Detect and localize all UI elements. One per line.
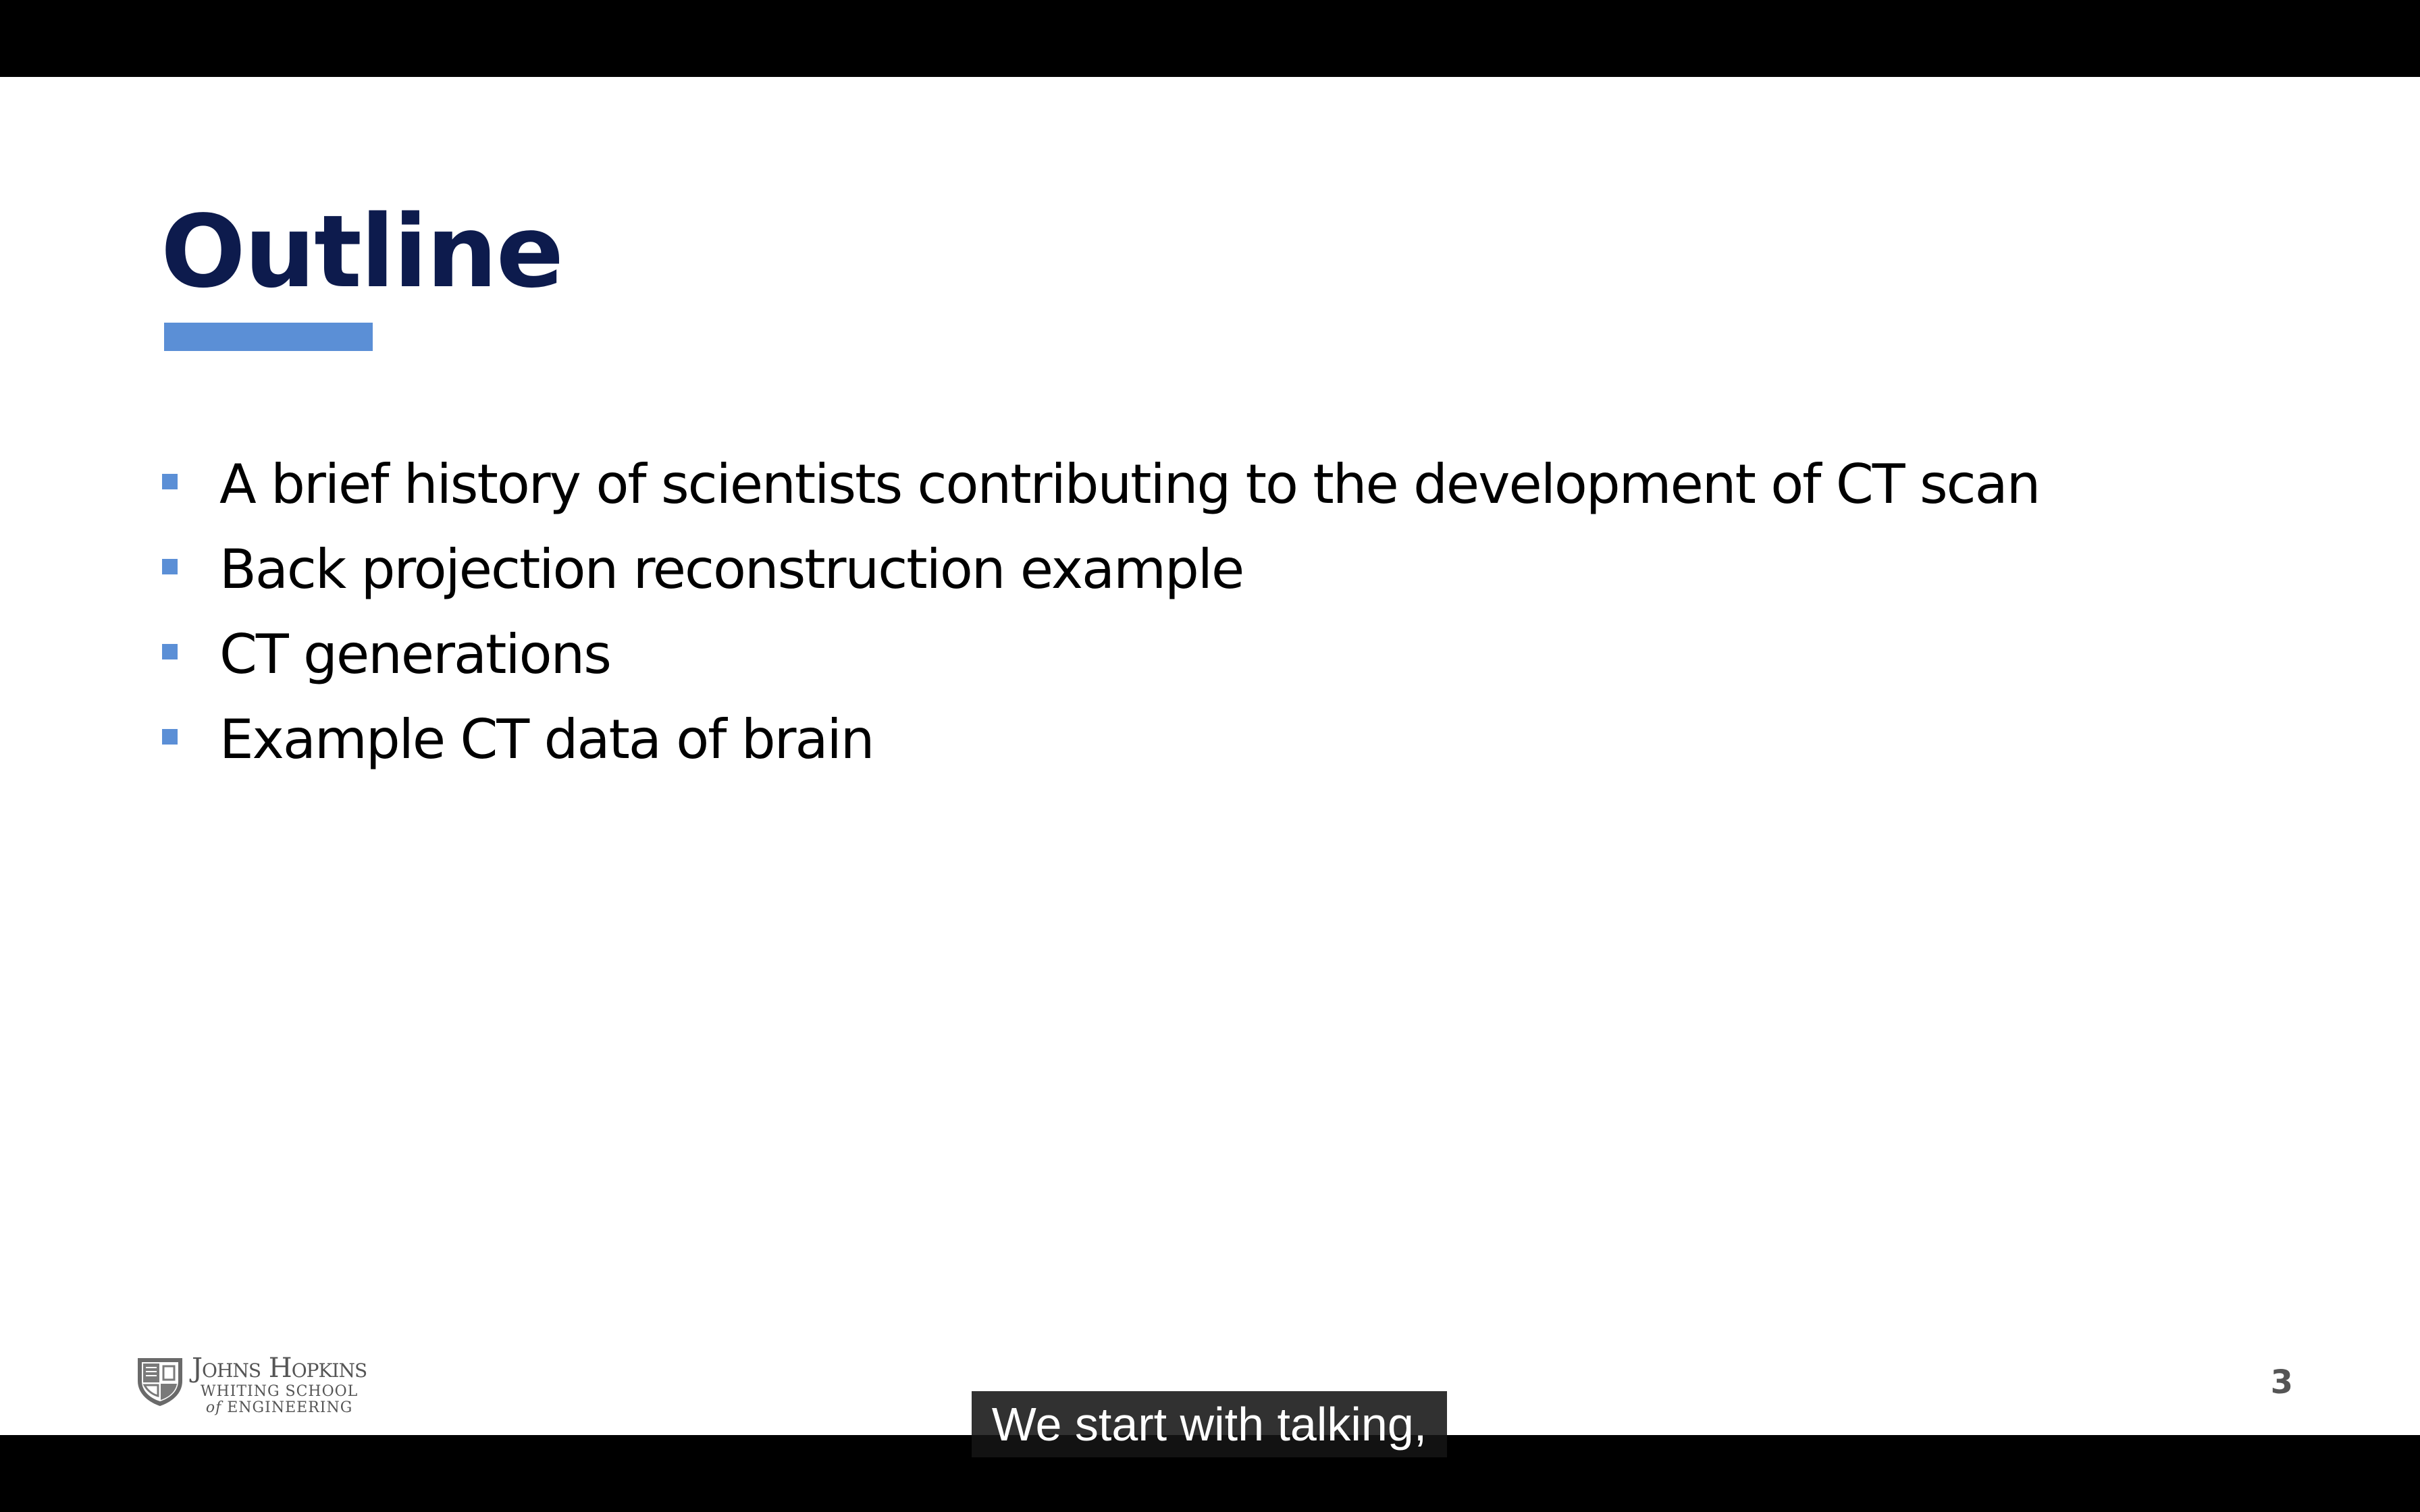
square-bullet-icon [162,728,178,745]
video-letterbox-top [0,0,2420,77]
logo-name: Johns Hopkins [192,1353,367,1384]
bullet-item: CT generations [162,612,2039,697]
bullet-item: A brief history of scientists contributi… [162,441,2041,526]
bullet-text: Back projection reconstruction example [219,537,1244,601]
bullet-item: Back projection reconstruction example [162,526,2039,612]
square-bullet-icon [162,558,178,574]
bullet-text: CT generations [219,622,612,686]
square-bullet-icon [162,473,178,489]
bullet-text: A brief history of scientists contributi… [219,452,2041,516]
logo-engineering-line: of ENGINEERING [206,1400,352,1416]
square-bullet-icon [162,643,178,659]
logo-school-line: WHITING SCHOOL [200,1383,359,1400]
slide-page-number: 3 [2270,1364,2293,1401]
logo-engineering: ENGINEERING [227,1399,353,1416]
video-caption: We start with talking, [972,1391,1447,1457]
bullet-text: Example CT data of brain [219,707,874,771]
university-shield-icon [138,1358,182,1406]
outline-bullet-list: A brief history of scientists contributi… [162,441,2041,782]
slide-title: Outline [161,194,564,310]
johns-hopkins-logo: Johns Hopkins WHITING SCHOOL of ENGINEER… [135,1353,419,1427]
presentation-slide: Outline A brief history of scientists co… [0,77,2420,1435]
logo-of: of [205,1399,222,1416]
logo-wordmark: Johns Hopkins WHITING SCHOOL of ENGINEER… [192,1353,367,1416]
bullet-item: Example CT data of brain [162,697,2039,782]
title-underline-bar [164,323,373,351]
